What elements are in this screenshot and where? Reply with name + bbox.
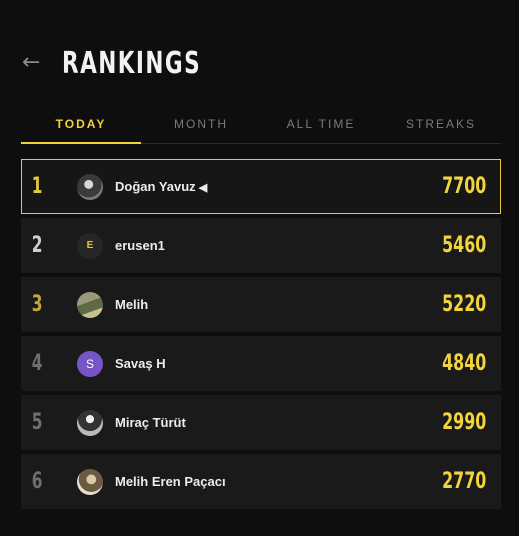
ranking-row[interactable]: 2 E erusen1 5460	[21, 218, 501, 273]
avatar: E	[77, 232, 103, 259]
player-score: 7700	[441, 174, 486, 199]
current-user-marker-icon: ◀	[198, 182, 208, 194]
tab-month[interactable]: MONTH	[141, 108, 261, 143]
rank-number: 2	[31, 233, 43, 258]
page-header: ← RANKINGS	[22, 40, 255, 86]
avatar	[77, 291, 103, 318]
ranking-row[interactable]: 6 Melih Eren Paçacı 2770	[21, 454, 501, 509]
rank-number: 6	[31, 469, 43, 494]
rank-number: 1	[31, 174, 43, 199]
avatar: S	[77, 350, 103, 377]
player-score: 2770	[441, 469, 486, 494]
avatar	[77, 173, 103, 200]
ranking-row-current-user[interactable]: 1 Doğan Yavuz ◀ 7700	[21, 159, 501, 214]
ranking-row[interactable]: 5 Miraç Türüt 2990	[21, 395, 501, 450]
player-score: 5460	[441, 233, 486, 258]
rank-number: 3	[31, 292, 43, 317]
rank-number: 4	[31, 351, 43, 376]
page-title: RANKINGS	[62, 45, 202, 81]
tab-bar: TODAY MONTH ALL TIME STREAKS	[21, 108, 501, 144]
tab-all-time[interactable]: ALL TIME	[261, 108, 381, 143]
back-arrow-icon[interactable]: ←	[22, 52, 62, 74]
rankings-list: 1 Doğan Yavuz ◀ 7700 2 E erusen1 5460 3 M…	[21, 159, 501, 513]
avatar	[77, 409, 103, 436]
rank-number: 5	[31, 410, 43, 435]
player-score: 2990	[441, 410, 486, 435]
player-score: 4840	[441, 351, 486, 376]
tab-today[interactable]: TODAY	[21, 108, 141, 144]
ranking-row[interactable]: 3 Melih 5220	[21, 277, 501, 332]
player-score: 5220	[441, 292, 486, 317]
tab-streaks[interactable]: STREAKS	[381, 108, 501, 143]
avatar	[77, 468, 103, 495]
ranking-row[interactable]: 4 S Savaş H 4840	[21, 336, 501, 391]
